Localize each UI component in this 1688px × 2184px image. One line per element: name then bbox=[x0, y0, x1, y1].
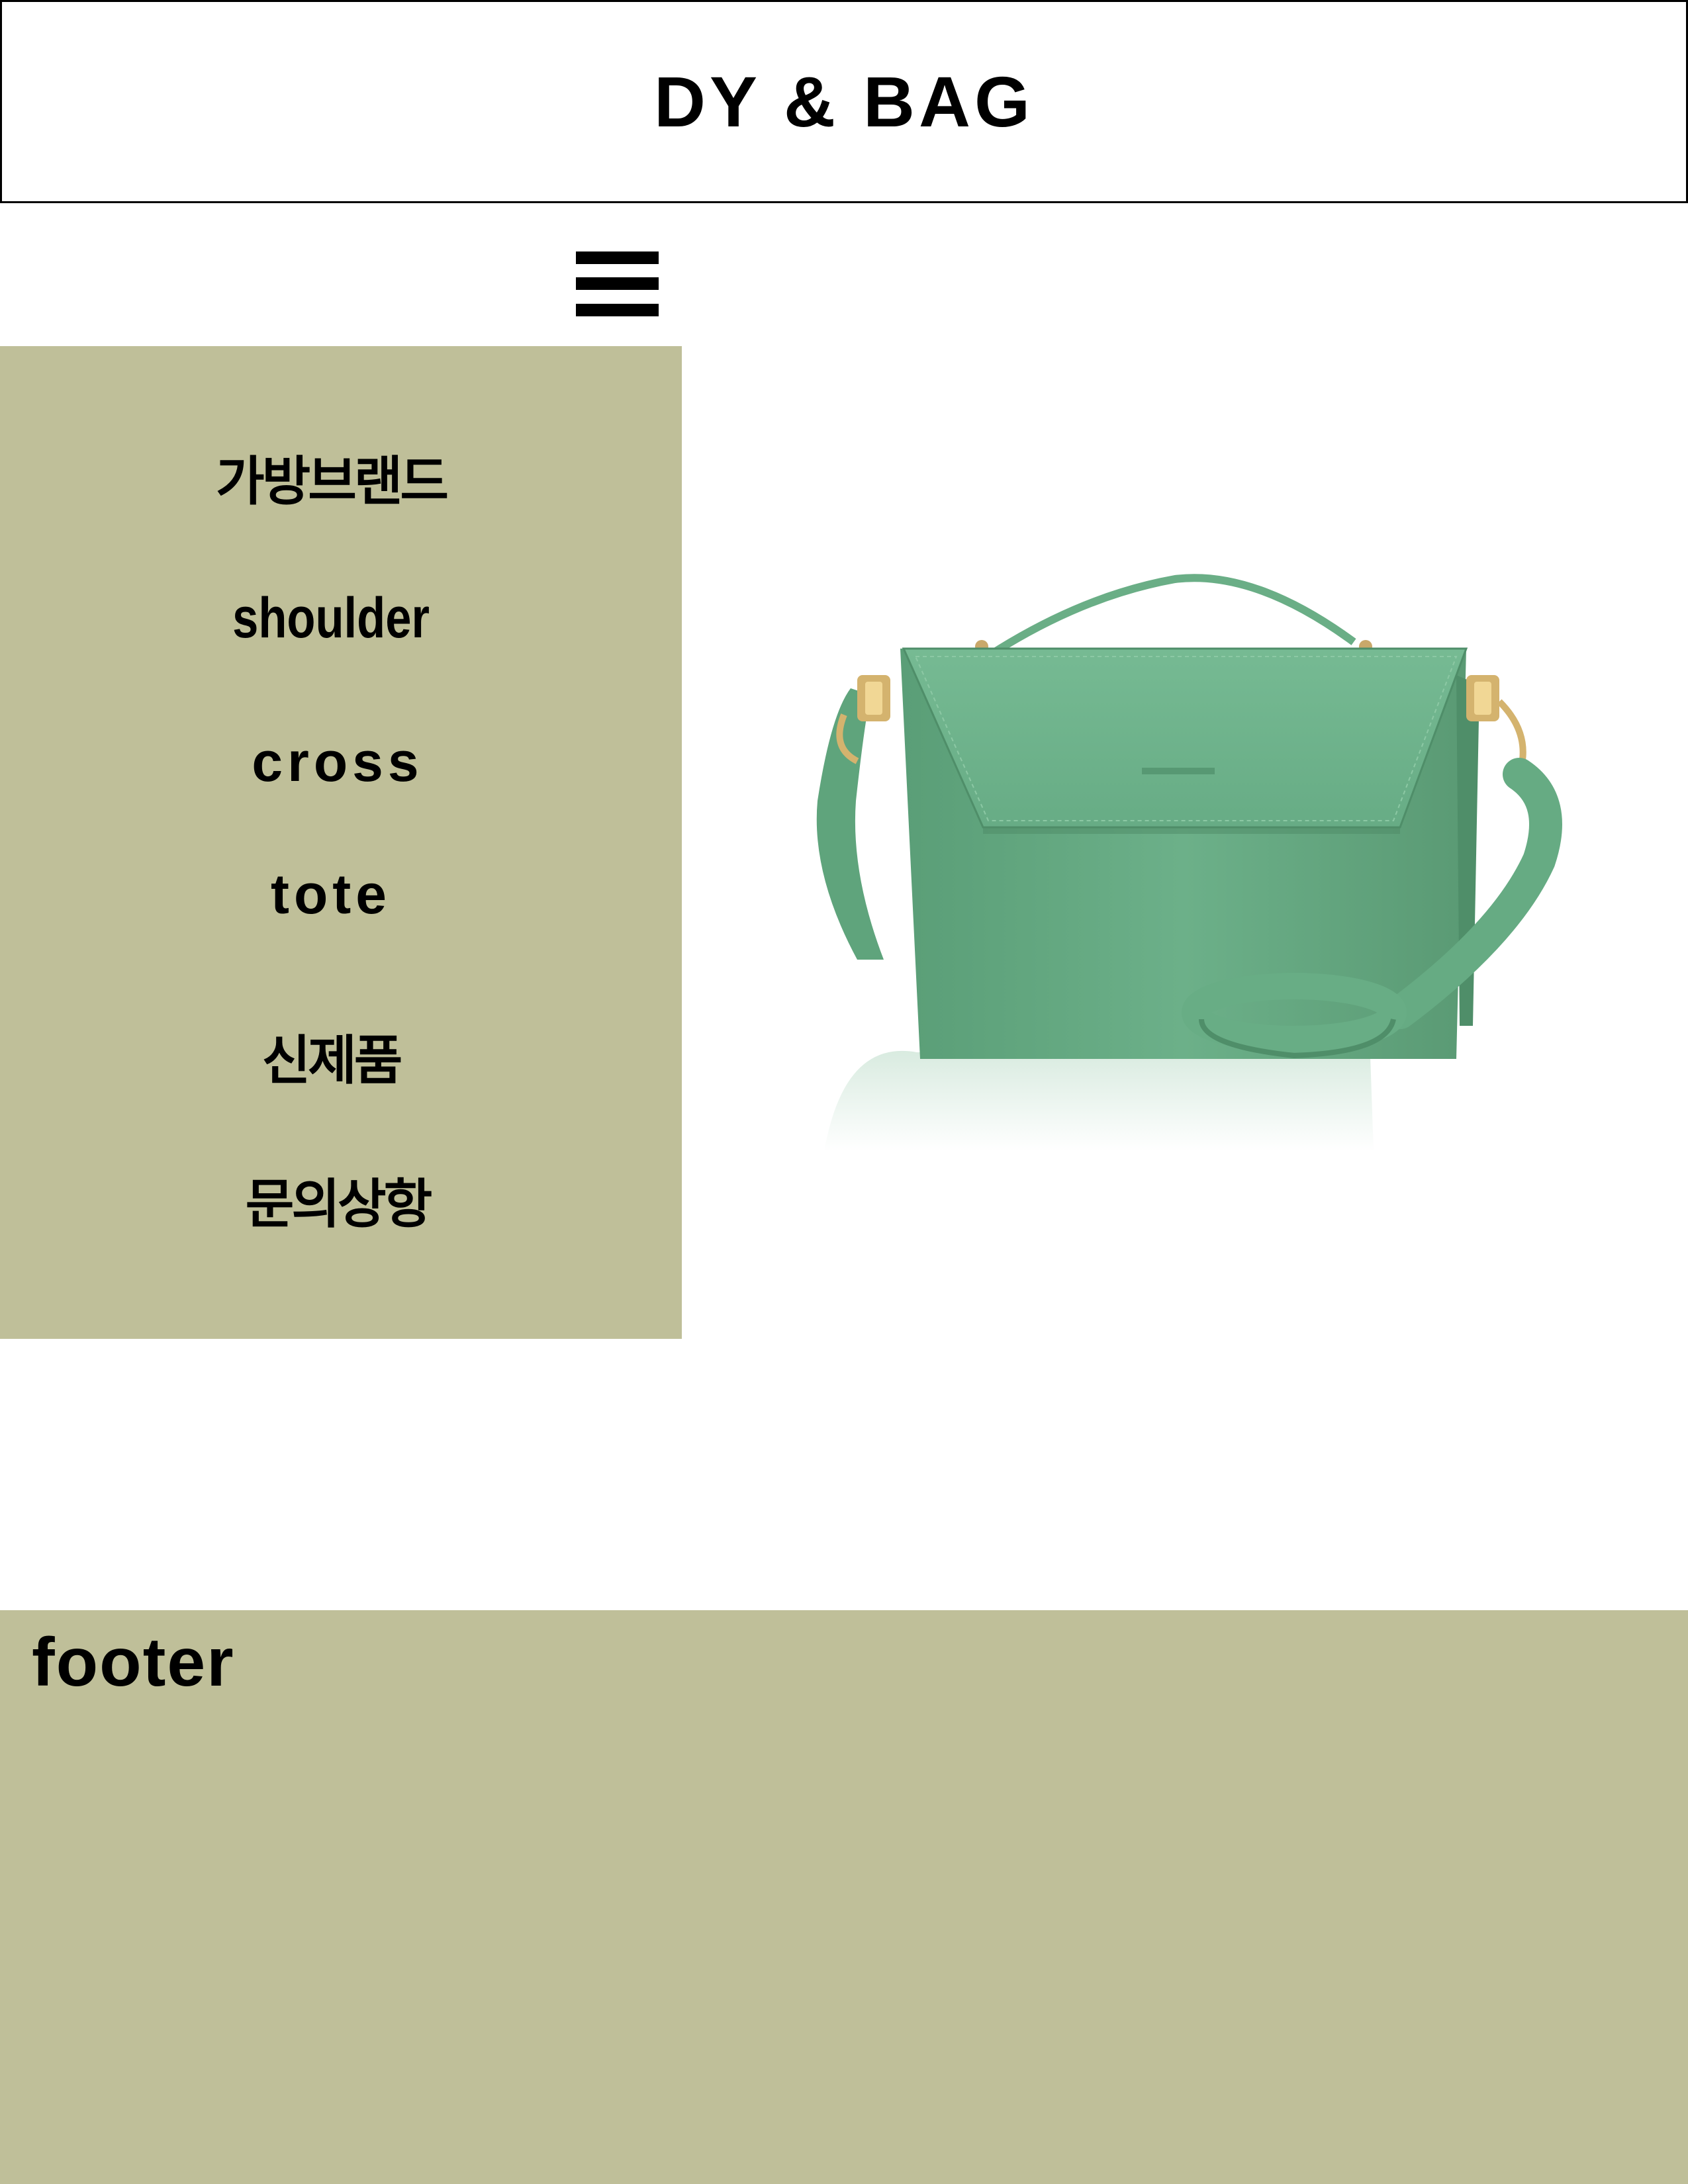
menu-bar-bottom bbox=[576, 304, 659, 316]
sidebar-item-bag-brand[interactable]: 가방브랜드 bbox=[0, 439, 662, 516]
site-footer: footer bbox=[0, 1610, 1688, 2184]
hamburger-menu-icon[interactable] bbox=[576, 251, 659, 316]
sidebar-item-cross[interactable]: cross bbox=[7, 730, 669, 794]
menu-bar-middle bbox=[576, 277, 659, 290]
page: DY & BAG 가방브랜드 shoulder cross tote 신제품 문… bbox=[0, 0, 1688, 2184]
footer-label: footer bbox=[32, 1624, 235, 1701]
sidebar-item-tote[interactable]: tote bbox=[0, 862, 662, 927]
menu-bar-top bbox=[576, 251, 659, 264]
sidebar-item-inquiry[interactable]: 문의상항 bbox=[7, 1161, 669, 1238]
product-image[interactable] bbox=[804, 563, 1585, 1158]
sidebar-item-new-products[interactable]: 신제품 bbox=[0, 1018, 662, 1095]
site-header: DY & BAG bbox=[0, 0, 1688, 203]
site-title[interactable]: DY & BAG bbox=[654, 60, 1034, 143]
sidebar-nav: 가방브랜드 shoulder cross tote 신제품 문의상항 bbox=[0, 346, 682, 1339]
sidebar-item-shoulder[interactable]: shoulder bbox=[60, 586, 602, 651]
